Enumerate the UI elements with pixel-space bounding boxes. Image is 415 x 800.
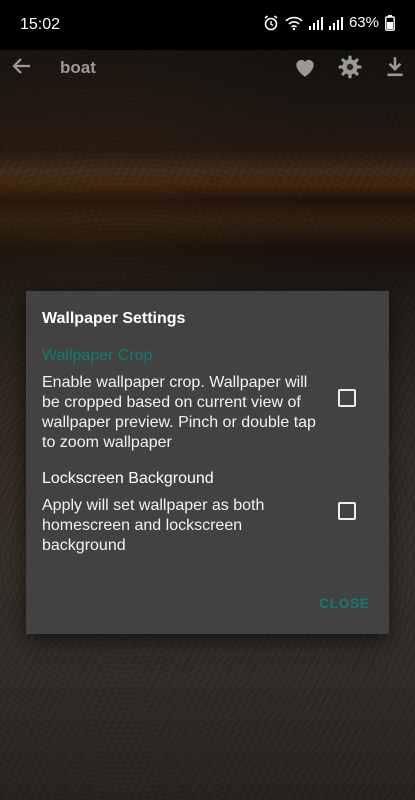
alarm-icon: [263, 14, 279, 31]
back-arrow-icon: [10, 58, 34, 82]
back-button[interactable]: [10, 54, 34, 78]
screen: 15:02 63% boat Wallpaper Settings Wallpa…: [0, 0, 415, 800]
wallpaper-crop-description[interactable]: Enable wallpaper crop. Wallpaper will be…: [42, 373, 324, 453]
status-icons: 63%: [263, 14, 395, 31]
lockscreen-background-checkbox[interactable]: [338, 502, 356, 520]
close-button[interactable]: CLOSE: [319, 595, 370, 611]
lockscreen-background-description[interactable]: Apply will set wallpaper as both homescr…: [42, 496, 324, 556]
wallpaper-crop-header: Wallpaper Crop: [42, 347, 153, 364]
status-time: 15:02: [20, 16, 61, 33]
wallpaper-settings-dialog: Wallpaper Settings Wallpaper Crop Enable…: [26, 291, 389, 634]
download-icon: [382, 57, 408, 84]
battery-icon: [385, 14, 395, 31]
dialog-title: Wallpaper Settings: [42, 310, 186, 327]
favorite-button[interactable]: [292, 54, 318, 80]
status-bar: 15:02 63%: [0, 0, 415, 50]
heart-icon: [292, 59, 318, 84]
gear-icon: [337, 55, 363, 84]
signal-icon: [328, 16, 343, 30]
download-button[interactable]: [382, 54, 408, 80]
battery-percent: 63%: [348, 14, 379, 31]
settings-button[interactable]: [337, 54, 363, 80]
lockscreen-background-header: Lockscreen Background: [42, 470, 214, 487]
page-title: boat: [60, 58, 96, 77]
wallpaper-crop-checkbox[interactable]: [338, 389, 356, 407]
signal-icon: [308, 16, 323, 30]
app-bar: boat: [0, 50, 415, 86]
wifi-icon: [285, 15, 303, 31]
